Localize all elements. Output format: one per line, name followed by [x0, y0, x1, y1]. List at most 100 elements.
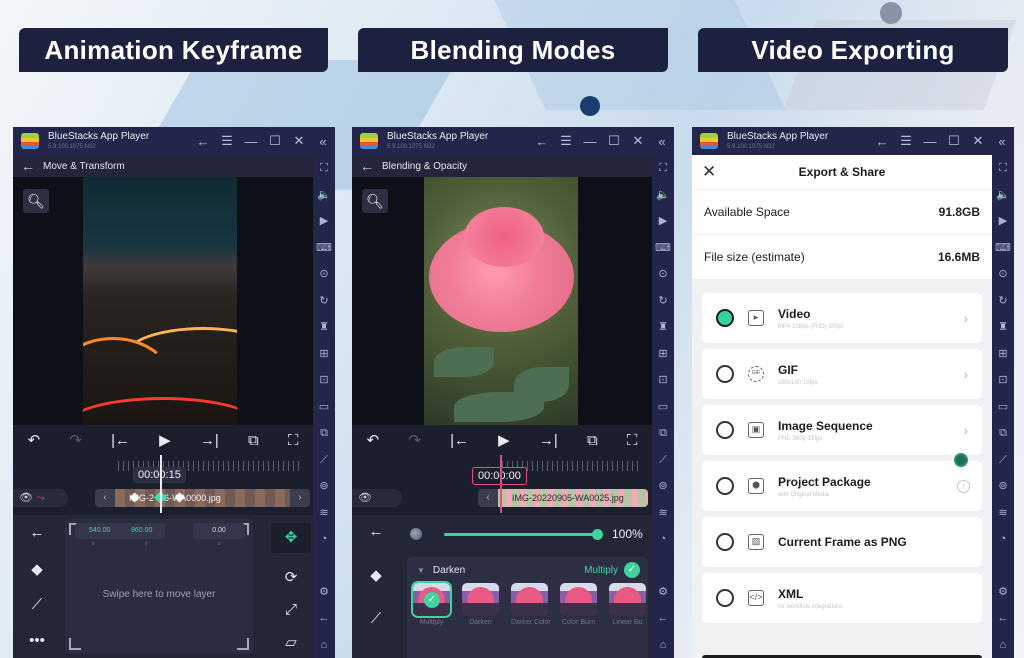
move-layer-pad[interactable]: 540.00 960.00 0.00 x y z Swipe here to m… — [65, 519, 253, 654]
back-arrow-icon[interactable]: ← — [352, 158, 382, 174]
collapse-sidebar-icon[interactable]: « — [311, 134, 335, 149]
back-icon[interactable]: ← — [992, 605, 1014, 632]
keyframe-icon[interactable]: ◆ — [370, 566, 382, 584]
skip-start-icon[interactable]: |← — [450, 432, 469, 449]
close-icon[interactable]: ✕ — [966, 133, 990, 149]
chevron-right-icon[interactable]: › — [964, 367, 968, 382]
rotate-icon[interactable]: ↻ — [992, 288, 1014, 315]
radio-button[interactable] — [716, 365, 734, 383]
redo-icon[interactable]: ↷ — [408, 431, 421, 449]
clip-right-handle[interactable]: › — [290, 489, 310, 507]
screen-record-icon[interactable]: ▶ — [652, 208, 674, 235]
folder-icon[interactable]: ▭ — [652, 394, 674, 421]
layers-icon[interactable]: ≋ — [652, 500, 674, 527]
export-option-xml[interactable]: </> XML for workflow integrations — [702, 573, 982, 623]
skew-tool-icon[interactable]: ▱ — [285, 633, 297, 651]
z-value[interactable]: 0.00 — [193, 523, 245, 539]
folder-icon[interactable]: ▭ — [313, 394, 335, 421]
home-icon[interactable]: ⌂ — [992, 632, 1014, 658]
back-icon[interactable]: ← — [30, 524, 45, 541]
menu-icon[interactable]: ☰ — [894, 133, 918, 149]
move-tool-icon[interactable]: ✥ — [271, 522, 311, 553]
back-arrow-icon[interactable]: ← — [870, 134, 894, 149]
fullscreen-icon[interactable]: ⛶ — [992, 155, 1014, 182]
instance-manager-icon[interactable]: ♜ — [652, 314, 674, 341]
instance-manager-icon[interactable]: ♜ — [313, 314, 335, 341]
layers-icon[interactable]: ≋ — [313, 500, 335, 527]
export-option-video[interactable]: ▸ Video MP4 1080p (FHD) 30fps › — [702, 293, 982, 343]
chevron-right-icon[interactable]: › — [964, 311, 968, 326]
export-option-gif[interactable]: GIF GIF 180x180 15fps › — [702, 349, 982, 399]
add-layer-icon[interactable]: ⧉ — [248, 432, 259, 449]
screenshot-icon[interactable]: ⊡ — [313, 367, 335, 394]
skip-end-icon[interactable]: →| — [539, 432, 558, 449]
eco-mode-icon[interactable]: ⟋ — [313, 447, 335, 474]
blend-mode-linear-bu[interactable]: Linear Bu — [609, 583, 646, 626]
play-icon[interactable]: ▶ — [159, 431, 171, 449]
minimize-icon[interactable]: — — [918, 134, 942, 149]
blend-mode-color-burn[interactable]: Color Burn — [560, 583, 597, 626]
macro-play-icon[interactable]: ⊙ — [652, 261, 674, 288]
play-icon[interactable]: ▶ — [498, 431, 510, 449]
zoom-icon[interactable]: 🔍︎ — [362, 189, 388, 213]
instance-manager-icon[interactable]: ♜ — [992, 314, 1014, 341]
home-icon[interactable]: ⌂ — [652, 632, 674, 658]
video-preview[interactable]: 🔍︎ — [13, 177, 313, 425]
screenshot-icon[interactable]: ⊡ — [652, 367, 674, 394]
export-option-project-package[interactable]: ⬢ Project Package with Original Media i — [702, 453, 982, 511]
close-icon[interactable]: ✕ — [626, 133, 650, 149]
playhead[interactable] — [500, 455, 502, 513]
fullscreen-icon[interactable]: ⛶ — [652, 155, 674, 182]
scale-tool-icon[interactable]: ⤢ — [285, 601, 297, 618]
keyboard-controls-icon[interactable]: ⌨ — [992, 235, 1014, 262]
radio-button[interactable] — [716, 477, 734, 495]
location-icon[interactable]: ⊚ — [992, 473, 1014, 500]
layers-icon[interactable]: ≋ — [992, 500, 1014, 527]
home-icon[interactable]: ⌂ — [313, 632, 335, 658]
performance-icon[interactable]: ◔ — [992, 526, 1014, 553]
redo-icon[interactable]: ↷ — [69, 431, 82, 449]
radio-button[interactable] — [716, 589, 734, 607]
close-icon[interactable]: ✕ — [702, 162, 716, 182]
chevron-right-icon[interactable]: › — [964, 423, 968, 438]
keyboard-controls-icon[interactable]: ⌨ — [652, 235, 674, 262]
maximize-icon[interactable]: ☐ — [602, 133, 626, 149]
clip-track[interactable]: ‹ IMG-2 0 6-WA0000.jpg › — [95, 489, 310, 507]
back-arrow-icon[interactable]: ← — [530, 134, 554, 149]
eco-mode-icon[interactable]: ⟋ — [992, 447, 1014, 474]
xy-value-box[interactable]: 540.00 960.00 — [75, 523, 165, 539]
maximize-icon[interactable]: ☐ — [263, 133, 287, 149]
skip-end-icon[interactable]: →| — [200, 432, 219, 449]
back-icon[interactable]: ← — [652, 605, 674, 632]
opacity-slider[interactable] — [444, 528, 603, 540]
menu-icon[interactable]: ☰ — [215, 133, 239, 149]
location-icon[interactable]: ⊚ — [313, 473, 335, 500]
rotate-tool-icon[interactable]: ⟳ — [285, 568, 298, 586]
rotate-icon[interactable]: ↻ — [652, 288, 674, 315]
export-option-current-frame-as-png[interactable]: ▨ Current Frame as PNG — [702, 517, 982, 567]
macro-play-icon[interactable]: ⊙ — [313, 261, 335, 288]
performance-icon[interactable]: ◔ — [652, 526, 674, 553]
install-apk-icon[interactable]: ⊞ — [652, 341, 674, 368]
radio-button[interactable] — [716, 309, 734, 327]
keyboard-controls-icon[interactable]: ⌨ — [313, 235, 335, 262]
back-arrow-icon[interactable]: ← — [191, 134, 215, 149]
settings-icon[interactable]: ⚙ — [992, 579, 1014, 606]
blend-mode-darker-color[interactable]: Darker Color — [511, 583, 551, 626]
collapse-sidebar-icon[interactable]: « — [990, 134, 1014, 149]
visibility-toggle[interactable]: 👁︎ ⤳ — [13, 489, 68, 507]
fullscreen-preview-icon[interactable]: ⛶ — [288, 432, 299, 449]
menu-icon[interactable]: ☰ — [554, 133, 578, 149]
blend-mode-darken[interactable]: Darken — [462, 583, 499, 626]
export-option-image-sequence[interactable]: ▣ Image Sequence PNG 360p 15fps › — [702, 405, 982, 455]
blend-group-header[interactable]: ▼ Darken Multiply ✓ — [407, 557, 648, 583]
maximize-icon[interactable]: ☐ — [942, 133, 966, 149]
volume-icon[interactable]: 🔈 — [313, 182, 335, 209]
install-apk-icon[interactable]: ⊞ — [992, 341, 1014, 368]
collapse-sidebar-icon[interactable]: « — [650, 134, 674, 149]
easing-curve-icon[interactable]: ⟋ — [371, 610, 382, 627]
install-apk-icon[interactable]: ⊞ — [313, 341, 335, 368]
easing-curve-icon[interactable]: ⟋ — [32, 596, 43, 613]
timeline[interactable]: 00:00:15 👁︎ ⤳ ‹ IMG-2 0 6-WA0000.jpg › — [13, 455, 313, 515]
screen-record-icon[interactable]: ▶ — [992, 208, 1014, 235]
